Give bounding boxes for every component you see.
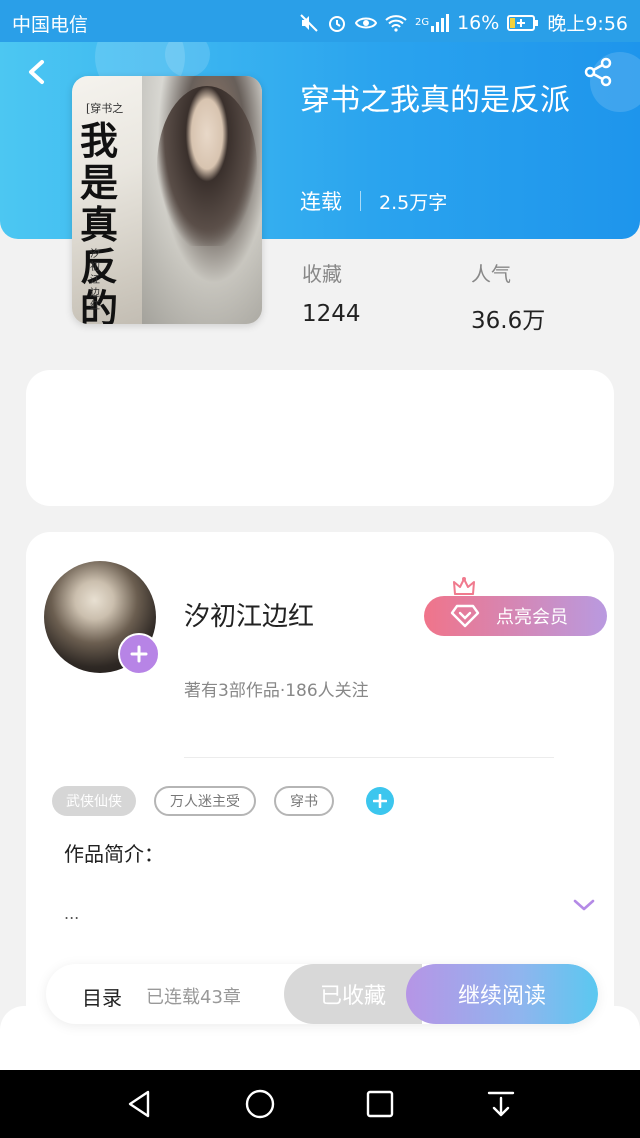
alarm-icon [328,15,345,32]
collected-button[interactable]: 已收藏 [284,964,422,1024]
stat-label: 收藏 [302,262,342,286]
back-icon[interactable] [22,56,52,88]
intro-label: 作品简介： [64,842,164,866]
cover-author-art: 汐初江边红 [90,249,100,312]
author-info: 著有3部作品·186人关注 [184,681,369,701]
system-nav-bar [0,1070,640,1138]
status-bar: 中国电信 2G 16% 晚上9:56 [0,0,640,42]
meta-divider [360,191,361,211]
recents-square-icon[interactable] [364,1088,396,1120]
toc-button[interactable]: 目录 [82,982,122,1011]
back-triangle-icon[interactable] [124,1088,156,1120]
cover-character [157,86,257,246]
cover-series-label: [穿书之 [86,102,124,115]
book-meta: 连载 2.5万字 [300,186,447,216]
pull-down-icon[interactable] [485,1088,517,1120]
bottom-action-bar: 目录 已连载43章 已收藏 继续阅读 [46,964,598,1024]
tag-chip[interactable]: 武侠仙侠 [52,786,136,816]
book-cover[interactable]: [穿书之 我是真反的派 汐初江边红 [72,76,262,324]
tag-chip[interactable]: 穿书 [274,786,334,816]
signal-icon [431,13,450,32]
crown-icon [453,577,475,595]
eye-icon [354,17,377,28]
author-name[interactable]: 汐初江边红 [184,596,314,633]
stat-value: 36.6万 [471,308,546,334]
carrier-name: 中国电信 [12,14,89,36]
diamond-icon [450,604,480,628]
stat-label: 人气 [471,262,511,286]
follow-button[interactable] [118,633,160,675]
status-icons: 2G 16% 晚上9:56 [299,9,628,36]
battery-icon [507,14,539,31]
battery-percent: 16% [457,11,500,34]
plus-icon [373,794,387,808]
divider [184,757,554,758]
network-type: 2G [414,17,430,28]
intro-text: ... [64,904,80,923]
vip-button[interactable]: 点亮会员 [424,596,607,636]
home-circle-icon[interactable] [244,1088,276,1120]
stat-favorites: 收藏 1244 [302,258,361,327]
book-status: 连载 [300,190,342,214]
vip-button-label: 点亮会员 [496,607,568,628]
chapter-count[interactable]: 已连载43章 [146,983,241,1009]
clock: 晚上9:56 [547,13,628,35]
plus-icon [130,645,148,663]
ad-card [26,370,614,506]
book-title: 穿书之我真的是反派 [300,83,570,118]
tag-list: 武侠仙侠 万人迷主受 穿书 [52,786,394,816]
wifi-icon [385,14,407,32]
stat-value: 1244 [302,301,361,327]
add-tag-button[interactable] [366,787,394,815]
mute-icon [300,13,318,32]
chevron-down-icon[interactable] [572,896,596,914]
word-count: 2.5万字 [379,191,448,214]
stat-popularity: 人气 36.6万 [471,258,545,335]
continue-reading-button[interactable]: 继续阅读 [406,964,598,1024]
tag-chip[interactable]: 万人迷主受 [154,786,256,816]
